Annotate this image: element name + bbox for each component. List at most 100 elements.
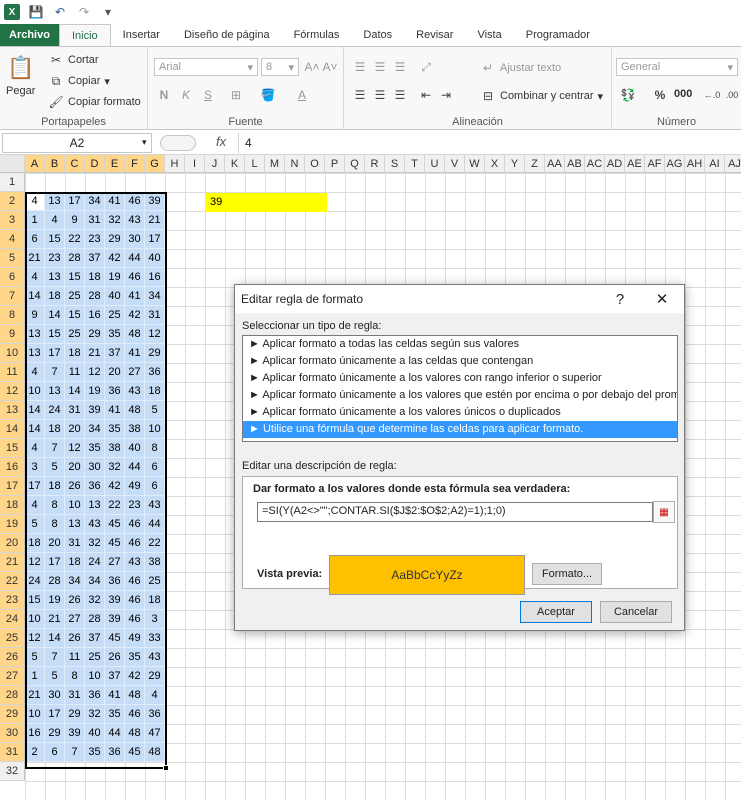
data-cell[interactable]: 36 <box>105 743 125 762</box>
tab-insertar[interactable]: Insertar <box>111 24 172 46</box>
data-cell[interactable]: 17 <box>65 192 85 211</box>
data-cell[interactable]: 41 <box>125 344 145 363</box>
align-right-icon[interactable]: ☰ <box>392 87 408 103</box>
data-cell[interactable]: 5 <box>45 458 65 477</box>
data-cell[interactable]: 6 <box>45 743 65 762</box>
data-cell[interactable]: 18 <box>45 420 65 439</box>
help-button[interactable]: ? <box>605 285 635 313</box>
data-cell[interactable]: 4 <box>45 211 65 230</box>
data-cell[interactable]: 32 <box>85 534 105 553</box>
data-cell[interactable]: 38 <box>105 439 125 458</box>
align-top-icon[interactable]: ☰ <box>352 59 368 75</box>
data-cell[interactable]: 4 <box>25 439 45 458</box>
font-size-combo[interactable]: 8 ▾ <box>261 58 299 76</box>
data-cell[interactable]: 7 <box>45 439 65 458</box>
data-cell[interactable]: 23 <box>85 230 105 249</box>
data-cell[interactable]: 36 <box>85 477 105 496</box>
currency-icon[interactable]: 💱 <box>620 87 636 103</box>
data-cell[interactable]: 23 <box>45 249 65 268</box>
column-header-l[interactable]: L <box>245 155 265 173</box>
data-cell[interactable]: 5 <box>145 401 165 420</box>
formula-input[interactable]: 4 <box>238 133 741 153</box>
rule-type-item[interactable]: ► Aplicar formato únicamente a los valor… <box>243 387 677 404</box>
data-cell[interactable]: 14 <box>25 420 45 439</box>
data-cell[interactable]: 35 <box>85 743 105 762</box>
row-header-18[interactable]: 18 <box>0 496 25 515</box>
data-cell[interactable]: 37 <box>105 344 125 363</box>
data-cell[interactable]: 26 <box>65 629 85 648</box>
data-cell[interactable]: 33 <box>145 629 165 648</box>
italic-button[interactable]: K <box>178 87 194 103</box>
data-cell[interactable]: 42 <box>105 477 125 496</box>
data-cell[interactable]: 40 <box>85 724 105 743</box>
tab-archivo[interactable]: Archivo <box>0 24 59 46</box>
thousands-button[interactable]: 000 <box>674 88 692 100</box>
data-cell[interactable]: 43 <box>145 496 165 515</box>
data-cell[interactable]: 27 <box>125 363 145 382</box>
data-cell[interactable]: 2 <box>25 743 45 762</box>
data-cell[interactable]: 16 <box>85 306 105 325</box>
data-cell[interactable]: 42 <box>125 306 145 325</box>
data-cell[interactable]: 42 <box>125 667 145 686</box>
cut-button[interactable]: ✂ Cortar <box>48 52 99 68</box>
column-header-ah[interactable]: AH <box>685 155 705 173</box>
data-cell[interactable]: 29 <box>145 667 165 686</box>
data-cell[interactable]: 24 <box>45 401 65 420</box>
data-cell[interactable]: 45 <box>105 629 125 648</box>
data-cell[interactable]: 45 <box>105 515 125 534</box>
column-header-ac[interactable]: AC <box>585 155 605 173</box>
column-header-ab[interactable]: AB <box>565 155 585 173</box>
data-cell[interactable]: 14 <box>25 401 45 420</box>
data-cell[interactable]: 8 <box>45 496 65 515</box>
data-cell[interactable]: 39 <box>105 610 125 629</box>
column-header-m[interactable]: M <box>265 155 285 173</box>
row-header-19[interactable]: 19 <box>0 515 25 534</box>
data-cell[interactable]: 46 <box>125 591 145 610</box>
data-cell[interactable]: 37 <box>85 629 105 648</box>
column-header-ag[interactable]: AG <box>665 155 685 173</box>
data-cell[interactable]: 28 <box>85 610 105 629</box>
data-cell[interactable]: 27 <box>65 610 85 629</box>
data-cell[interactable]: 20 <box>65 458 85 477</box>
column-header-d[interactable]: D <box>85 155 105 173</box>
data-cell[interactable]: 44 <box>105 724 125 743</box>
data-cell[interactable]: 46 <box>125 268 145 287</box>
column-header-u[interactable]: U <box>425 155 445 173</box>
cell-j2[interactable]: 39 <box>205 193 327 212</box>
rule-type-item[interactable]: ► Aplicar formato únicamente a los valor… <box>243 370 677 387</box>
row-header-28[interactable]: 28 <box>0 686 25 705</box>
data-cell[interactable]: 24 <box>85 553 105 572</box>
data-cell[interactable]: 10 <box>25 382 45 401</box>
data-cell[interactable]: 17 <box>145 230 165 249</box>
data-cell[interactable]: 21 <box>85 344 105 363</box>
data-cell[interactable]: 21 <box>25 249 45 268</box>
data-cell[interactable]: 5 <box>25 648 45 667</box>
data-cell[interactable]: 9 <box>25 306 45 325</box>
data-cell[interactable]: 29 <box>145 344 165 363</box>
data-cell[interactable]: 41 <box>125 287 145 306</box>
wrap-text-button[interactable]: ↵ Ajustar texto <box>480 60 561 76</box>
grow-font-icon[interactable]: A˄ <box>304 59 320 75</box>
row-header-5[interactable]: 5 <box>0 249 25 268</box>
data-cell[interactable]: 4 <box>25 363 45 382</box>
data-cell[interactable]: 20 <box>65 420 85 439</box>
row-header-6[interactable]: 6 <box>0 268 25 287</box>
data-cell[interactable]: 5 <box>45 667 65 686</box>
data-cell[interactable]: 18 <box>145 591 165 610</box>
column-header-y[interactable]: Y <box>505 155 525 173</box>
column-header-z[interactable]: Z <box>525 155 545 173</box>
data-cell[interactable]: 47 <box>145 724 165 743</box>
row-header-27[interactable]: 27 <box>0 667 25 686</box>
data-cell[interactable]: 18 <box>45 287 65 306</box>
data-cell[interactable]: 6 <box>25 230 45 249</box>
data-cell[interactable]: 30 <box>85 458 105 477</box>
data-cell[interactable]: 12 <box>145 325 165 344</box>
data-cell[interactable]: 41 <box>105 686 125 705</box>
data-cell[interactable]: 28 <box>45 572 65 591</box>
data-cell[interactable]: 39 <box>145 192 165 211</box>
data-cell[interactable]: 10 <box>65 496 85 515</box>
row-header-14[interactable]: 14 <box>0 420 25 439</box>
data-cell[interactable]: 34 <box>145 287 165 306</box>
bold-button[interactable]: N <box>156 87 172 103</box>
data-cell[interactable]: 44 <box>145 515 165 534</box>
